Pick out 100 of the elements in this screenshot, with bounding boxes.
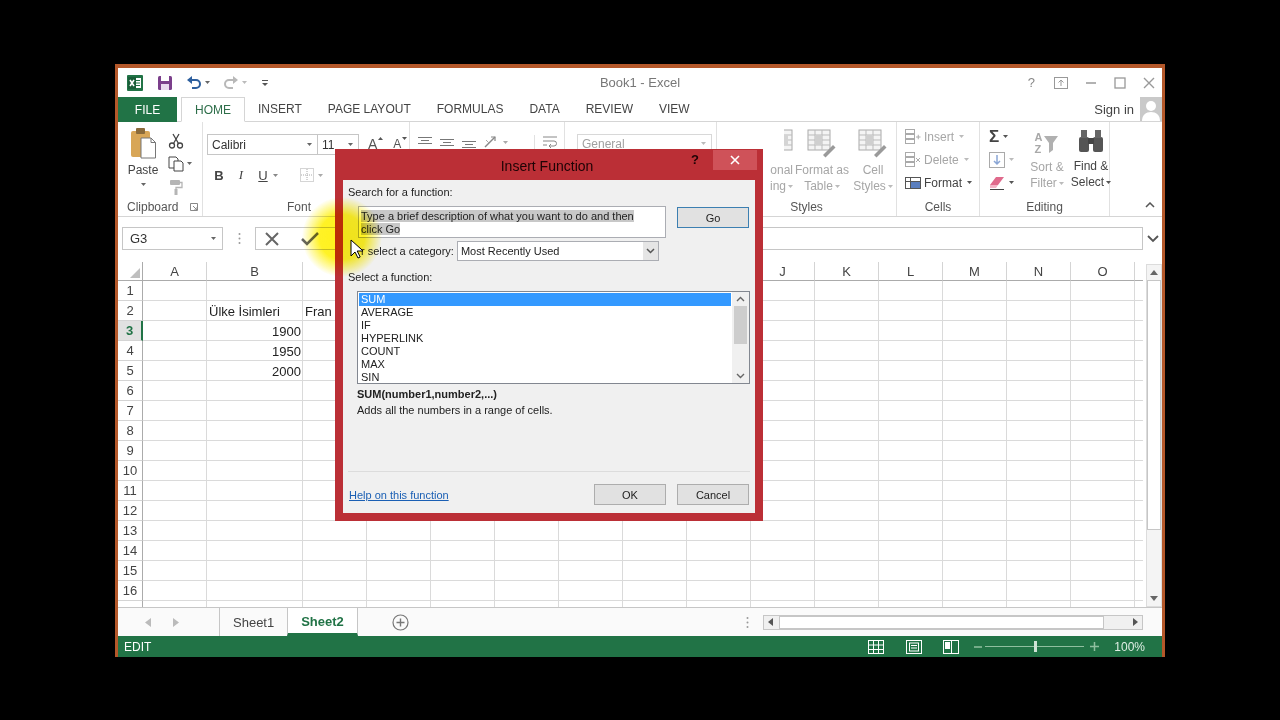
caret-icon: [834, 184, 840, 188]
caret-icon: [701, 142, 706, 145]
zoom-level[interactable]: 100%: [1114, 639, 1145, 654]
cancel-icon[interactable]: [264, 230, 280, 247]
ribbon-display-icon[interactable]: [1054, 76, 1068, 89]
name-box[interactable]: G3: [122, 227, 223, 250]
function-list[interactable]: SUM AVERAGE IF HYPERLINK COUNT MAX SIN: [357, 291, 750, 384]
close-icon: [730, 155, 740, 165]
underline-button[interactable]: U: [256, 167, 270, 183]
scrollbar-thumb[interactable]: [779, 615, 1104, 629]
ribbon-tab[interactable]: PAGE LAYOUT: [314, 97, 424, 121]
grid-icon[interactable]: [868, 639, 885, 654]
ribbon-tab[interactable]: INSERT: [245, 97, 315, 121]
list-scrollbar[interactable]: [732, 292, 749, 383]
category-dropdown[interactable]: Most Recently Used: [456, 241, 659, 261]
sheet-tab[interactable]: Sheet2: [287, 608, 358, 636]
maximize-icon[interactable]: [1114, 76, 1126, 89]
slanted-arrow-icon[interactable]: [483, 135, 497, 149]
horizontal-scrollbar[interactable]: [763, 614, 1143, 630]
cancel-button[interactable]: Cancel: [677, 484, 749, 505]
go-button[interactable]: Go: [677, 207, 749, 228]
scroll-up-icon[interactable]: [1150, 270, 1158, 275]
ribbon-tab[interactable]: REVIEW: [572, 97, 646, 121]
caret-icon: [378, 137, 384, 140]
list-item[interactable]: MAX: [359, 358, 731, 371]
customize-icon[interactable]: [261, 78, 269, 87]
help-link[interactable]: Help on this function: [349, 488, 449, 501]
list-item[interactable]: AVERAGE: [359, 306, 731, 319]
ribbon-tab[interactable]: FORMULAS: [423, 97, 517, 121]
file-tab[interactable]: FILE: [118, 97, 177, 122]
sign-in-link[interactable]: Sign in: [1094, 101, 1134, 117]
select-all-icon[interactable]: [130, 268, 140, 278]
ribbon-tab[interactable]: DATA: [516, 97, 573, 121]
scroll-right-icon[interactable]: [1133, 618, 1138, 626]
right-arrow-icon[interactable]: [173, 617, 179, 627]
ok-button[interactable]: OK: [594, 484, 666, 505]
close-button[interactable]: [713, 150, 757, 170]
scrollbar-thumb[interactable]: [1147, 280, 1161, 530]
clipboard-icon: [130, 127, 156, 159]
vertical-scrollbar[interactable]: [1146, 264, 1162, 607]
caret-icon[interactable]: [273, 173, 278, 177]
scroll-left-icon[interactable]: [768, 618, 773, 626]
shrink-font-button[interactable]: A: [393, 137, 408, 152]
list-item[interactable]: IF: [359, 319, 731, 332]
close-icon[interactable]: [1143, 76, 1155, 89]
scroll-down-icon[interactable]: [736, 373, 745, 379]
splitter-handle-icon[interactable]: [238, 232, 241, 245]
plus-icon[interactable]: [1090, 642, 1100, 651]
italic-button[interactable]: I: [234, 167, 248, 183]
caret-icon: [963, 158, 969, 161]
field-label: Search for a function:: [348, 186, 453, 199]
help-button[interactable]: ?: [1027, 75, 1035, 90]
dialog-launcher-icon[interactable]: [190, 203, 198, 211]
check-icon[interactable]: [301, 231, 319, 246]
left-arrow-icon[interactable]: [145, 617, 151, 627]
copy-icon[interactable]: [168, 155, 184, 172]
ribbon-tab[interactable]: HOME: [181, 97, 245, 122]
cell-value: 1900: [272, 323, 301, 339]
save-icon[interactable]: [157, 74, 173, 91]
field-label: Select a function:: [348, 271, 433, 284]
cell-value: 2000: [272, 363, 301, 379]
undo-icon[interactable]: [186, 75, 202, 90]
paste-button[interactable]: Paste: [128, 127, 158, 198]
scroll-up-icon[interactable]: [736, 296, 745, 302]
window-title: Book1 - Excel: [599, 75, 681, 90]
list-item[interactable]: HYPERLINK: [359, 332, 731, 345]
row-header[interactable]: 3: [118, 321, 143, 341]
format-button[interactable]: Format: [905, 171, 979, 194]
ribbon-tab[interactable]: VIEW: [646, 97, 703, 121]
font-name-field[interactable]: Calibri: [207, 134, 318, 155]
bold-button[interactable]: B: [212, 167, 226, 183]
plus-circle-icon[interactable]: [391, 613, 409, 631]
scroll-down-icon[interactable]: [1150, 596, 1158, 601]
status-mode: EDIT: [124, 639, 152, 654]
splitter-handle-icon[interactable]: [746, 615, 749, 629]
caret-icon: [402, 137, 408, 140]
caret-icon: [967, 181, 972, 184]
scrollbar-thumb[interactable]: [734, 306, 747, 344]
caret-icon: [959, 135, 964, 138]
page-icon[interactable]: [906, 639, 923, 654]
wrap-lines-icon[interactable]: [542, 135, 558, 149]
grow-font-button[interactable]: A: [368, 137, 384, 152]
align-middle-icon[interactable]: [439, 136, 455, 148]
table-brush-icon: [807, 128, 837, 158]
caret-icon: [1009, 181, 1014, 184]
caret-icon: [887, 184, 893, 188]
list-item[interactable]: COUNT: [359, 345, 731, 358]
search-field[interactable]: Type a brief description of what you want to do and then click Go: [358, 206, 666, 238]
chevron-down-icon[interactable]: [1147, 234, 1159, 243]
page-break-icon[interactable]: [943, 639, 960, 654]
cell-value: 1950: [272, 343, 301, 359]
scissors-icon[interactable]: [168, 132, 184, 149]
list-item[interactable]: SIN: [359, 371, 731, 384]
caret-icon[interactable]: [187, 162, 192, 165]
caret-icon[interactable]: [205, 81, 210, 84]
collapse-ribbon-icon[interactable]: [1145, 202, 1155, 208]
zoom-slider-thumb[interactable]: [1033, 641, 1037, 652]
excel-logo-icon: [127, 74, 143, 91]
autosum-button[interactable]: Σ: [989, 125, 1025, 148]
find-select-button[interactable]: Find & Select: [1070, 125, 1112, 198]
